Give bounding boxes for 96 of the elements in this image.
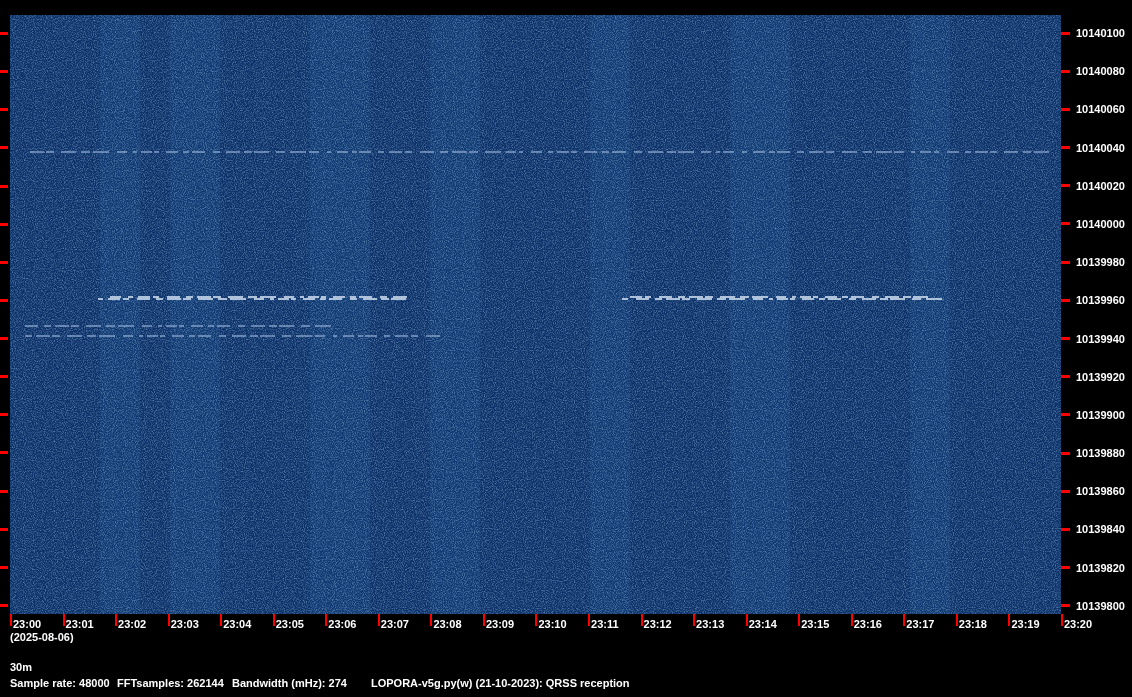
tick-mark	[1061, 566, 1070, 570]
tick-mark	[0, 337, 8, 340]
frequency-label: 10140000	[1076, 216, 1125, 231]
tick-mark	[0, 146, 8, 150]
time-label: 23:09	[485, 618, 515, 630]
tick-mark	[955, 614, 958, 626]
tick-mark	[1061, 260, 1070, 264]
info-text: LOPORA-v5g.py(w) (21-10-2023): QRSS reception	[371, 676, 630, 690]
tick-mark	[0, 451, 8, 455]
time-label: 23:11	[591, 618, 619, 630]
tick-mark	[220, 614, 223, 626]
tick-mark	[0, 222, 8, 226]
tick-mark	[167, 614, 170, 626]
time-label: 23:20	[1063, 618, 1093, 630]
tick-mark	[0, 375, 8, 379]
time-label: 23:07	[380, 618, 409, 630]
time-label: 23:16	[853, 618, 882, 630]
frequency-label: 10140060	[1076, 102, 1125, 117]
tick-mark	[10, 614, 12, 626]
tick-mark	[1061, 69, 1070, 73]
tick-mark	[1061, 146, 1070, 150]
tick-mark	[0, 565, 8, 569]
info-text: Sample rate: 48000	[10, 676, 111, 690]
tick-mark	[0, 70, 8, 74]
tick-mark	[745, 614, 748, 626]
time-label: 23:17	[906, 618, 935, 630]
tick-mark	[588, 614, 590, 626]
tick-mark	[1061, 413, 1070, 417]
tick-mark	[693, 614, 696, 626]
tick-mark	[272, 614, 275, 626]
tick-mark	[0, 298, 8, 302]
time-label: 23:06	[328, 618, 357, 630]
time-label: 23:15	[801, 618, 830, 630]
time-label: 23:19	[1011, 618, 1040, 630]
tick-mark	[1061, 31, 1070, 35]
tick-mark	[430, 614, 433, 626]
time-label: 23:01	[65, 618, 94, 630]
tick-mark	[0, 184, 8, 188]
time-label: 23:13	[696, 618, 725, 630]
tick-mark	[1061, 375, 1070, 379]
tick-mark	[325, 614, 328, 626]
tick-mark	[0, 603, 8, 607]
tick-mark	[482, 614, 485, 626]
tick-mark	[1061, 337, 1070, 340]
time-label: 23:12	[643, 618, 672, 630]
time-label: 23:10	[538, 618, 567, 630]
tick-mark	[1061, 527, 1070, 531]
time-label: 23:04	[223, 618, 252, 630]
tick-mark	[1061, 107, 1070, 111]
frequency-label: 10140020	[1076, 178, 1125, 193]
tick-mark	[640, 614, 643, 626]
info-text: FFTsamples: 262144	[117, 676, 225, 690]
tick-mark	[0, 32, 8, 35]
tick-mark	[1060, 614, 1063, 626]
time-label: 23:08	[433, 618, 462, 630]
frequency-label: 10139860	[1076, 484, 1125, 499]
tick-mark	[0, 260, 8, 264]
time-label: 23:14	[748, 618, 777, 630]
tick-mark	[115, 614, 118, 626]
tick-mark	[1061, 604, 1070, 608]
frequency-label: 10139820	[1076, 560, 1125, 575]
frequency-label: 10139960	[1076, 293, 1125, 308]
info-text: Bandwidth (mHz): 274	[232, 676, 348, 690]
frequency-label: 10140040	[1076, 140, 1125, 155]
frequency-label: 10140100	[1076, 26, 1125, 40]
frequency-label: 10139900	[1076, 407, 1125, 422]
tick-mark	[1061, 298, 1070, 302]
tick-mark	[850, 614, 853, 626]
tick-mark	[0, 489, 8, 493]
frequency-label: 10139840	[1076, 522, 1125, 537]
frequency-label: 10140080	[1076, 64, 1125, 79]
tick-mark	[1008, 614, 1011, 626]
time-label: 23:00	[13, 618, 42, 630]
frequency-label: 10139800	[1076, 598, 1125, 613]
time-label: 23:05	[275, 618, 304, 630]
frequency-label: 10139920	[1076, 369, 1125, 384]
frequency-label: 10139980	[1076, 255, 1125, 270]
tick-mark	[1061, 489, 1070, 493]
date-label: (2025-08-06)	[10, 630, 75, 644]
band-label: 30m	[10, 660, 34, 674]
tick-mark	[798, 614, 801, 626]
tick-mark	[903, 614, 906, 626]
time-label: 23:02	[118, 618, 147, 630]
tick-mark	[0, 108, 8, 112]
tick-mark	[377, 614, 380, 626]
tick-mark	[0, 413, 8, 417]
tick-mark	[1061, 222, 1070, 226]
frequency-label: 10139940	[1076, 331, 1125, 346]
time-label: 23:03	[170, 618, 199, 630]
frequency-label: 10139880	[1076, 446, 1125, 461]
tick-mark	[535, 614, 538, 626]
time-label: 23:18	[958, 618, 987, 630]
tick-mark	[1061, 451, 1070, 455]
tick-mark	[62, 614, 65, 626]
tick-mark	[1061, 184, 1070, 188]
tick-mark	[0, 527, 8, 531]
